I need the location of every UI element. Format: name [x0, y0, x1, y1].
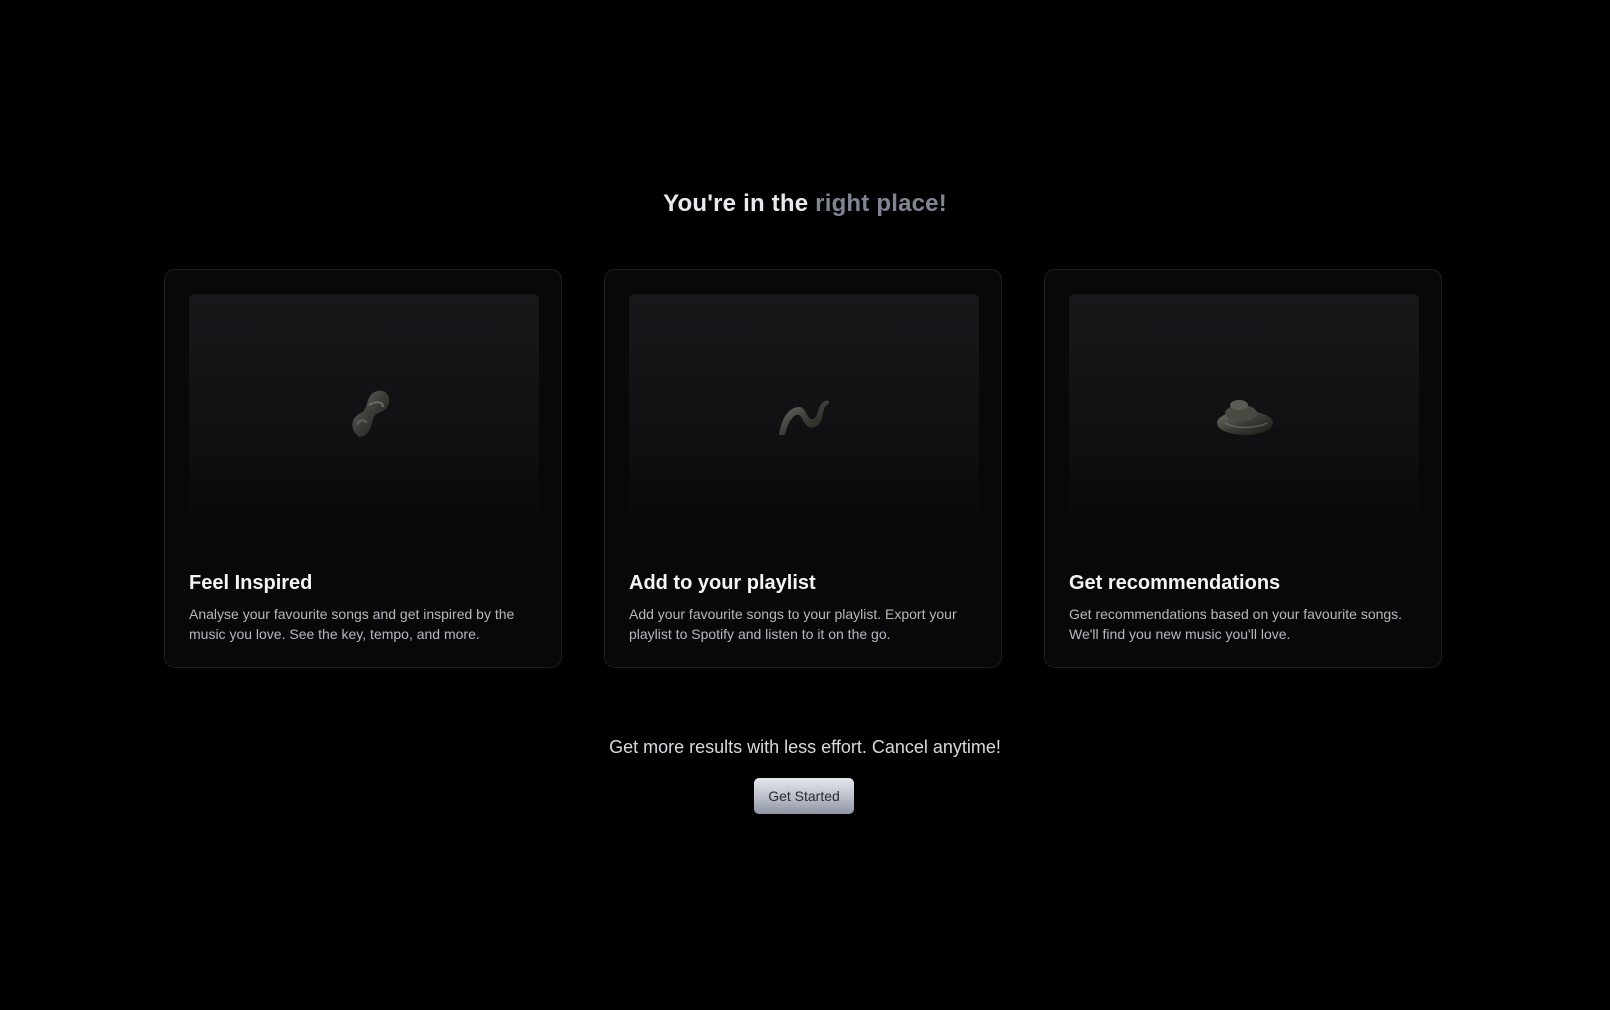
card-title: Add to your playlist	[629, 572, 816, 594]
headline-text: You're in the	[663, 190, 816, 218]
feature-card-get-recommendations: Get recommendations Get recommendations …	[1044, 269, 1442, 668]
card-media	[1069, 294, 1419, 534]
abstract-wave-shape-icon	[779, 400, 830, 435]
abstract-knot-shape-icon	[352, 390, 390, 437]
headline-accent-text: right place!	[815, 190, 947, 218]
card-title: Get recommendations	[1069, 572, 1281, 594]
page-headline: You're in the right place!	[0, 188, 1610, 220]
card-media	[189, 294, 539, 534]
card-title: Feel Inspired	[189, 572, 313, 594]
get-started-button[interactable]: Get Started	[754, 778, 854, 814]
tagline: Get more results with less effort. Cance…	[609, 737, 1001, 757]
feature-card-add-to-playlist: Add to your playlist Add your favourite …	[604, 269, 1002, 668]
card-description: Get recommendations based on your favour…	[1069, 606, 1403, 642]
card-description: Add your favourite songs to your playlis…	[629, 606, 957, 642]
card-description: Analyse your favourite songs and get ins…	[189, 606, 515, 642]
feature-card-feel-inspired: Feel Inspired Analyse your favourite son…	[164, 269, 562, 668]
card-media	[629, 294, 979, 534]
abstract-swirl-shape-icon	[1217, 400, 1273, 435]
